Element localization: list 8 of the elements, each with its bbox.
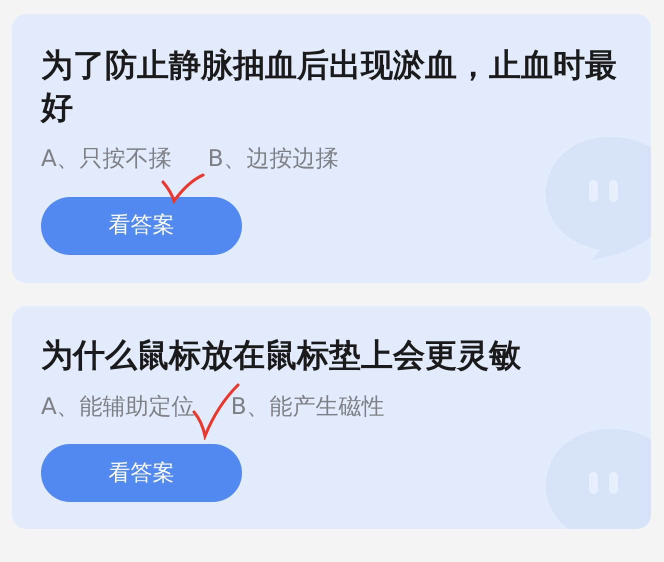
show-answer-button[interactable]: 看答案 [41,196,242,254]
question-text: 为了防止静脉抽血后出现淤血，止血时最好 [41,45,618,128]
answer-option: A、只按不揉 [41,142,172,176]
answer-option: B、能产生磁性 [230,390,385,424]
question-text: 为什么鼠标放在鼠标垫上会更灵敏 [41,334,522,376]
answer-option: B、边按边揉 [208,142,339,176]
show-answer-button[interactable]: 看答案 [41,444,242,502]
answer-option: A、能辅助定位 [41,390,195,424]
